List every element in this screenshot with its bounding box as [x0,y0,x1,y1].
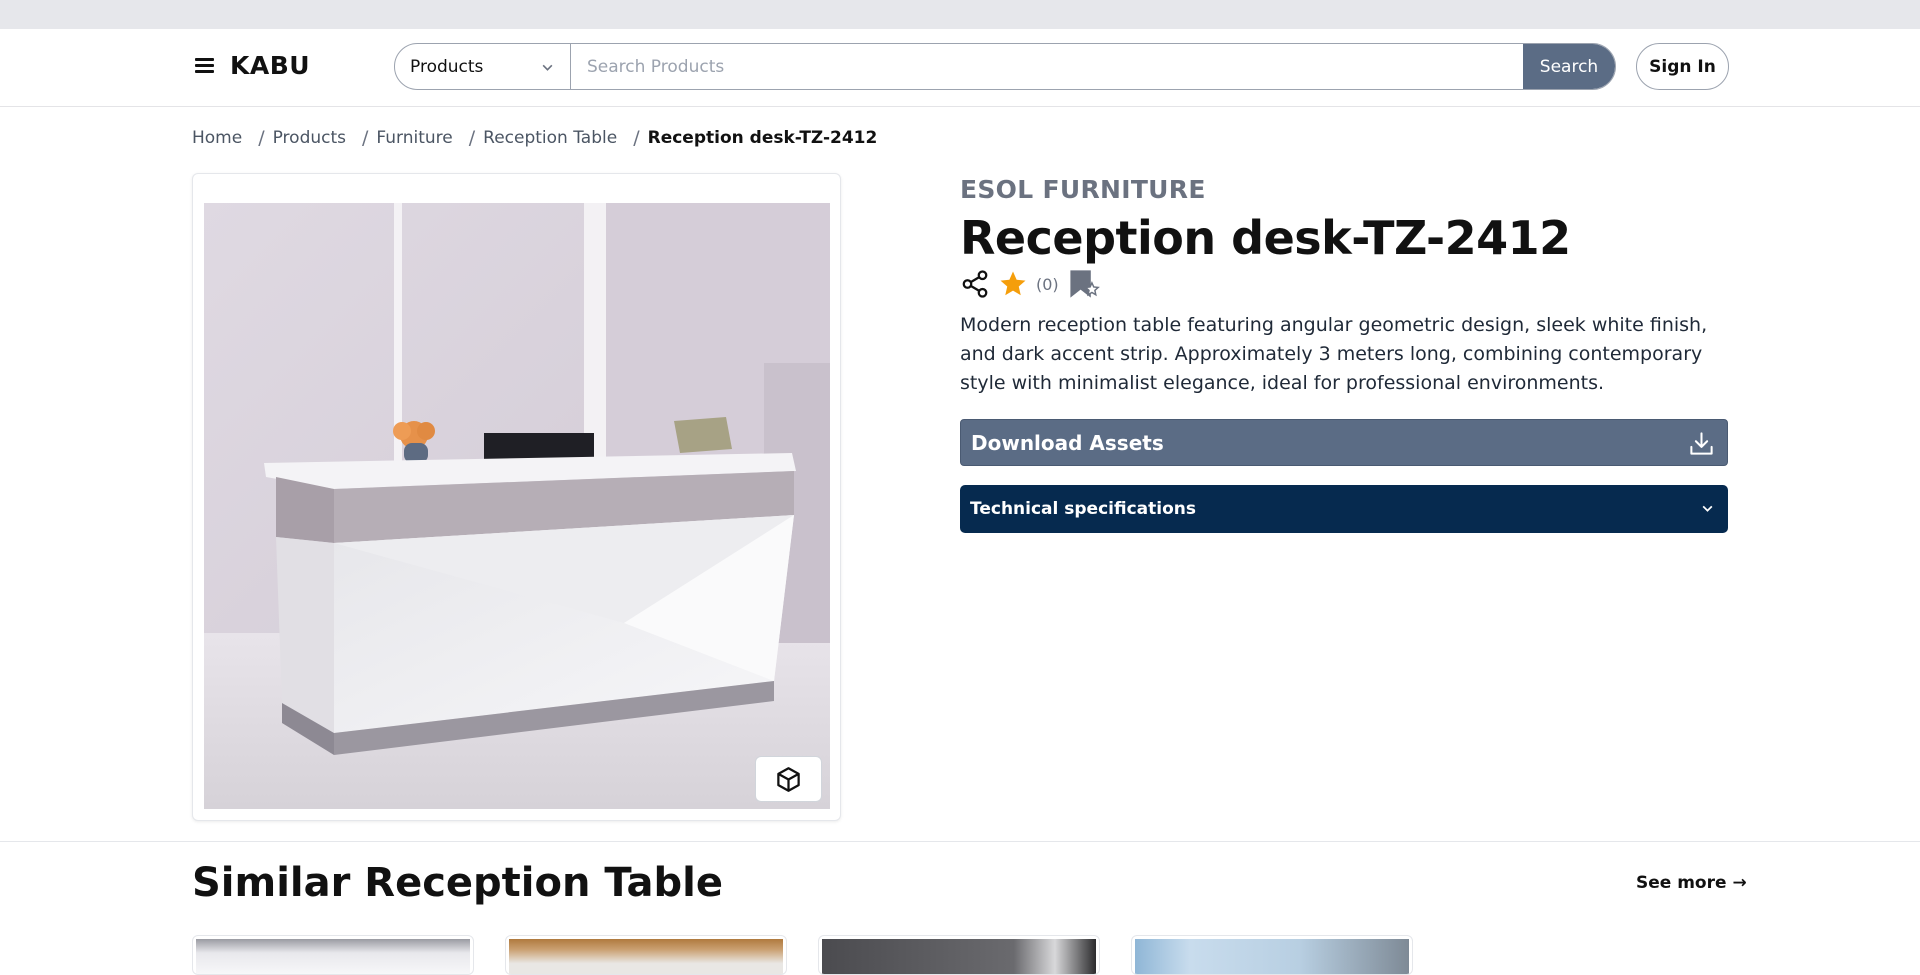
category-select-value: Products [410,56,484,77]
similar-product-thumbnail [196,939,470,974]
breadcrumb-separator: / [633,127,640,149]
breadcrumb-current: Reception desk-TZ-2412 [647,128,878,148]
product-actions: (0) [960,268,1101,300]
cube-3d-icon [777,766,800,792]
similar-product-thumbnail [822,939,1096,974]
similar-product-thumbnail [1135,939,1409,974]
download-assets-button[interactable]: Download Assets [960,419,1728,466]
technical-specifications-accordion[interactable]: Technical specifications [960,485,1728,533]
product-brand[interactable]: ESOL FURNITURE [960,175,1206,204]
breadcrumb-reception-table[interactable]: Reception Table [483,128,617,148]
share-icon[interactable] [960,269,990,299]
product-description: Modern reception table featuring angular… [960,314,1708,394]
breadcrumb-furniture[interactable]: Furniture [376,128,452,148]
similar-product-thumbnail [509,939,783,974]
similar-product-card[interactable] [1131,935,1413,975]
see-more-link[interactable]: See more → [1636,873,1747,893]
rating-count: (0) [1036,274,1059,294]
chevron-down-icon [1702,505,1713,512]
breadcrumb: Home / Products / Furniture / Reception … [192,127,877,149]
hamburger-menu-icon[interactable] [192,53,216,77]
product-title: Reception desk-TZ-2412 [960,211,1571,265]
similar-product-card[interactable] [818,935,1100,975]
sign-in-button[interactable]: Sign In [1636,43,1729,90]
breadcrumb-products[interactable]: Products [273,128,346,148]
breadcrumb-home[interactable]: Home [192,128,242,148]
search-button[interactable]: Search [1523,44,1615,89]
site-logo[interactable]: KABU [230,51,310,80]
breadcrumb-separator: / [362,127,369,149]
section-divider [0,841,1920,842]
star-icon[interactable] [998,269,1028,299]
similar-products-heading: Similar Reception Table [192,860,723,906]
category-select[interactable]: Products [395,44,571,89]
browser-top-strip [0,0,1920,29]
technical-specifications-label: Technical specifications [970,499,1196,519]
view-3d-button[interactable] [755,756,822,802]
similar-product-card[interactable] [505,935,787,975]
breadcrumb-separator: / [468,127,476,149]
search-input[interactable] [571,44,1523,89]
chevron-down-icon [542,64,553,71]
similar-product-card[interactable] [192,935,474,975]
product-image[interactable] [204,203,830,809]
breadcrumb-separator: / [258,127,265,149]
download-icon [1690,432,1713,455]
bookmark-add-icon[interactable] [1067,267,1101,301]
search-bar: Products Search [394,43,1616,90]
product-image-card [192,173,841,821]
download-assets-label: Download Assets [971,430,1164,455]
